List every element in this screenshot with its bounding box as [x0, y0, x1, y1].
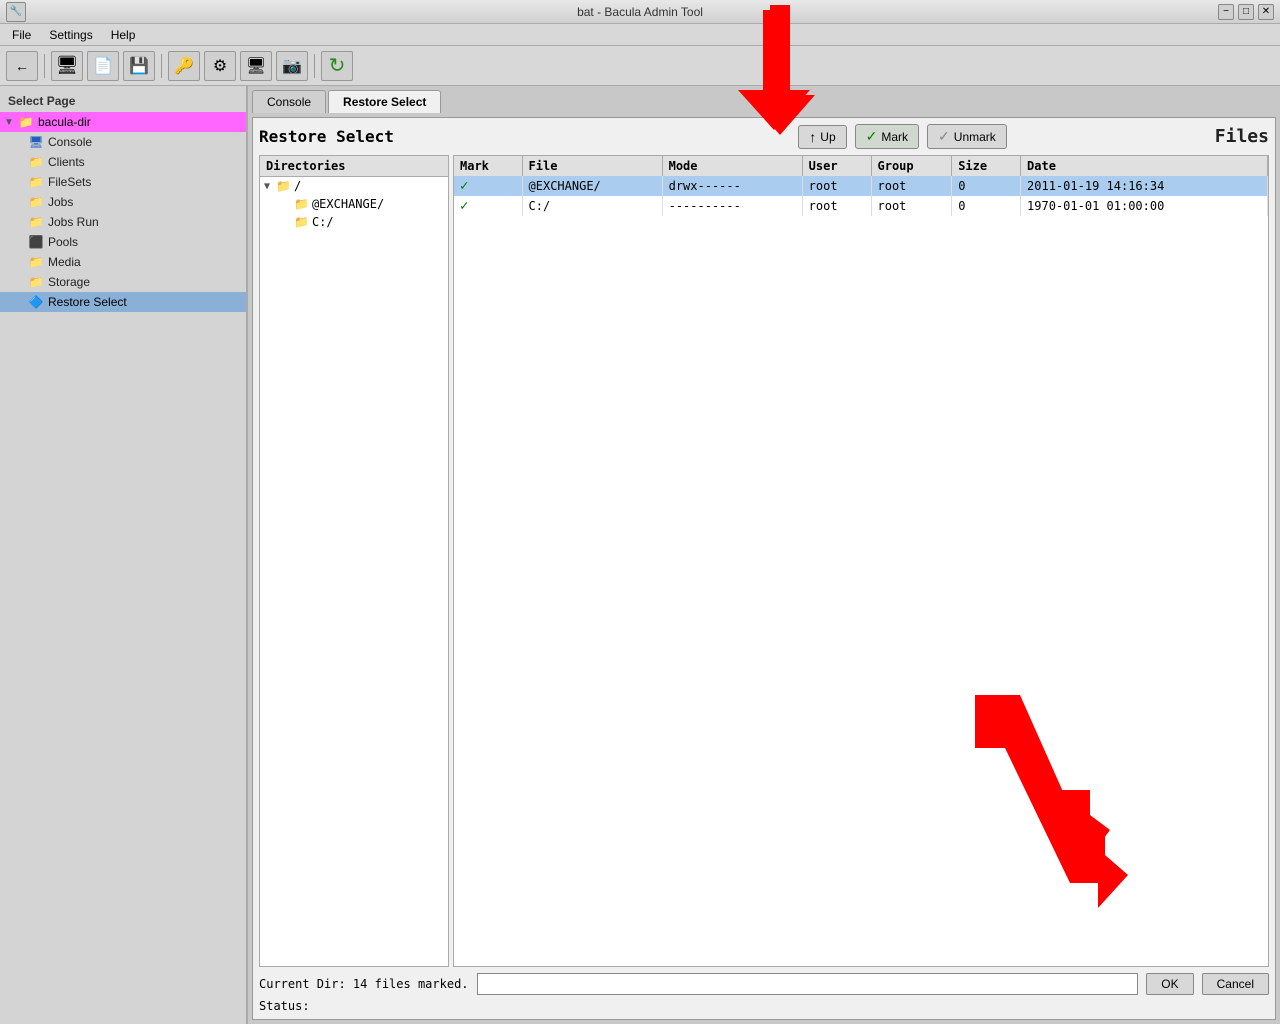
size-cell: 0 — [952, 196, 1021, 216]
back-button[interactable]: ← — [6, 51, 38, 81]
mark-cell: ✓ — [454, 176, 522, 196]
mark-cell: ✓ — [454, 196, 522, 216]
menu-settings[interactable]: Settings — [41, 26, 100, 44]
date-cell: 1970-01-01 01:00:00 — [1021, 196, 1268, 216]
files-label: Files — [1215, 126, 1269, 147]
expand-icon: ▼ — [4, 117, 18, 128]
up-button[interactable]: ↑ Up — [798, 125, 846, 149]
menu-file[interactable]: File — [4, 26, 39, 44]
user-cell: root — [802, 196, 871, 216]
col-header-mark: Mark — [454, 156, 522, 176]
restore-icon: 🔷 — [28, 294, 44, 310]
tab-console[interactable]: Console — [252, 90, 326, 113]
current-dir-input[interactable] — [477, 973, 1139, 995]
connect-button[interactable]: 🖥 — [51, 51, 83, 81]
table-row[interactable]: ✓C:/----------rootroot01970-01-01 01:00:… — [454, 196, 1268, 216]
dir-item-c[interactable]: 📁 C:/ — [260, 213, 448, 231]
up-icon: ↑ — [809, 129, 816, 145]
filesets-folder-icon: 📁 — [28, 174, 44, 190]
toolbar-separator-2 — [161, 54, 162, 78]
console-icon: 🖥 — [28, 134, 44, 150]
settings-button[interactable]: ⚙ — [204, 51, 236, 81]
dir-item-exchange[interactable]: 📁 @EXCHANGE/ — [260, 195, 448, 213]
check-icon: ✓ — [866, 128, 878, 145]
menu-help[interactable]: Help — [103, 26, 144, 44]
maximize-button[interactable]: □ — [1238, 4, 1254, 20]
sidebar-item-pools[interactable]: ⬛ Pools — [0, 232, 246, 252]
directories-header: Directories — [260, 156, 448, 177]
save-button[interactable]: 💾 — [123, 51, 155, 81]
minimize-button[interactable]: − — [1218, 4, 1234, 20]
ok-button[interactable]: OK — [1146, 973, 1193, 995]
user-cell: root — [802, 176, 871, 196]
restore-title: Restore Select — [259, 127, 394, 146]
close-button[interactable]: ✕ — [1258, 4, 1274, 20]
config-button[interactable]: 🔑 — [168, 51, 200, 81]
col-header-size: Size — [952, 156, 1021, 176]
sidebar-item-restore-select[interactable]: 🔷 Restore Select — [0, 292, 246, 312]
col-header-group: Group — [871, 156, 952, 176]
dir-item-root[interactable]: ▼ 📁 / — [260, 177, 448, 195]
media-folder-icon: 📁 — [28, 254, 44, 270]
sidebar-item-bacula-dir[interactable]: ▼ 📁 bacula-dir — [0, 112, 246, 132]
file-cell: @EXCHANGE/ — [522, 176, 662, 196]
table-row[interactable]: ✓@EXCHANGE/drwx------rootroot02011-01-19… — [454, 176, 1268, 196]
dir-folder-exchange: 📁 — [294, 197, 309, 211]
col-header-file: File — [522, 156, 662, 176]
date-cell: 2011-01-19 14:16:34 — [1021, 176, 1268, 196]
sidebar-item-storage[interactable]: 📁 Storage — [0, 272, 246, 292]
tab-restore-select[interactable]: Restore Select — [328, 90, 441, 113]
director-button[interactable]: 🖥 — [240, 51, 272, 81]
storage-folder-icon: 📁 — [28, 274, 44, 290]
sidebar-item-jobsrun[interactable]: 📁 Jobs Run — [0, 212, 246, 232]
clients-folder-icon: 📁 — [28, 154, 44, 170]
status-label: Status: — [259, 999, 310, 1013]
group-cell: root — [871, 196, 952, 216]
snapshot-button[interactable]: 📷 — [276, 51, 308, 81]
col-header-date: Date — [1021, 156, 1268, 176]
window-title: bat - Bacula Admin Tool — [577, 5, 703, 19]
cancel-button[interactable]: Cancel — [1202, 973, 1269, 995]
sidebar-item-media[interactable]: 📁 Media — [0, 252, 246, 272]
file-cell: C:/ — [522, 196, 662, 216]
toolbar-separator-3 — [314, 54, 315, 78]
dir-folder-root: 📁 — [276, 179, 291, 193]
col-header-user: User — [802, 156, 871, 176]
jobsrun-folder-icon: 📁 — [28, 214, 44, 230]
dir-folder-c: 📁 — [294, 215, 309, 229]
disconnect-button[interactable]: 📄 — [87, 51, 119, 81]
group-cell: root — [871, 176, 952, 196]
unmark-button[interactable]: ✓ Unmark — [927, 124, 1007, 149]
pools-folder-icon: ⬛ — [28, 234, 44, 250]
sidebar-item-filesets[interactable]: 📁 FileSets — [0, 172, 246, 192]
mode-cell: ---------- — [662, 196, 802, 216]
sidebar-item-console[interactable]: 🖥 Console — [0, 132, 246, 152]
size-cell: 0 — [952, 176, 1021, 196]
current-dir-label: Current Dir: 14 files marked. — [259, 977, 469, 991]
sidebar-item-jobs[interactable]: 📁 Jobs — [0, 192, 246, 212]
jobs-folder-icon: 📁 — [28, 194, 44, 210]
mark-button[interactable]: ✓ Mark — [855, 124, 919, 149]
sidebar-title: Select Page — [0, 90, 246, 112]
mode-cell: drwx------ — [662, 176, 802, 196]
unmark-icon: ✓ — [938, 128, 950, 145]
window-icon: 🔧 — [6, 2, 26, 22]
col-header-mode: Mode — [662, 156, 802, 176]
refresh-button[interactable]: ↻ — [321, 51, 353, 81]
sidebar-item-clients[interactable]: 📁 Clients — [0, 152, 246, 172]
folder-icon: 📁 — [18, 114, 34, 130]
dir-expand-root: ▼ — [264, 181, 276, 192]
toolbar-separator-1 — [44, 54, 45, 78]
